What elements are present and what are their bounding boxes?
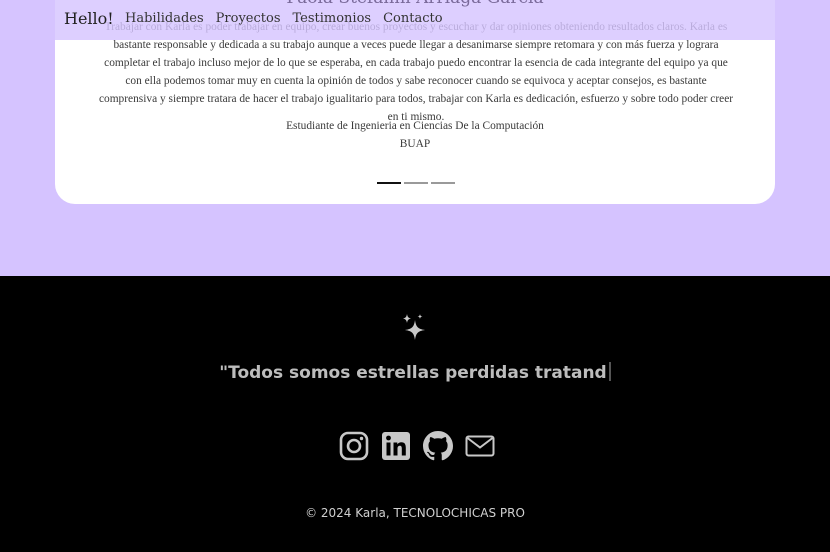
- navbar: Paola Stefanni Arriaga Garcia Hello! Hab…: [0, 0, 830, 40]
- copyright-text: © 2024 Karla, TECNOLOCHICAS PRO: [305, 506, 525, 520]
- instagram-icon: [339, 431, 368, 461]
- carousel-indicator-3[interactable]: [431, 182, 455, 184]
- mail-icon: [465, 435, 494, 457]
- typing-cursor: [608, 362, 611, 381]
- nav-links: Habilidades Proyectos Testimonios Contac…: [125, 11, 443, 26]
- brand-logo[interactable]: Hello!: [64, 9, 114, 28]
- carousel-indicator-2[interactable]: [404, 182, 428, 184]
- testimonial-name: Paola Stefanni Arriaga Garcia: [0, 0, 830, 8]
- github-link[interactable]: [422, 430, 453, 462]
- nav-link-habilidades[interactable]: Habilidades: [125, 11, 204, 26]
- sparkles-icon: [403, 314, 425, 340]
- carousel-indicators: [377, 182, 455, 184]
- testimonial-author-role: Estudiante de Ingenieria en Ciencias De …: [286, 120, 544, 132]
- instagram-link[interactable]: [338, 430, 369, 462]
- nav-link-testimonios[interactable]: Testimonios: [293, 11, 372, 26]
- github-icon: [422, 431, 453, 461]
- mail-link[interactable]: [464, 430, 495, 462]
- typing-quote: "Todos somos estrellas perdidas tratand: [0, 362, 830, 383]
- typing-quote-text: "Todos somos estrellas perdidas tratand: [219, 363, 607, 383]
- nav-link-proyectos[interactable]: Proyectos: [216, 11, 281, 26]
- testimonial-author-org: BUAP: [399, 138, 431, 150]
- linkedin-link[interactable]: [380, 430, 411, 462]
- footer: "Todos somos estrellas perdidas tratand: [0, 276, 830, 552]
- linkedin-icon: [381, 432, 410, 460]
- nav-link-contacto[interactable]: Contacto: [383, 11, 442, 26]
- carousel-indicator-1[interactable]: [377, 182, 401, 184]
- social-links: [338, 430, 495, 462]
